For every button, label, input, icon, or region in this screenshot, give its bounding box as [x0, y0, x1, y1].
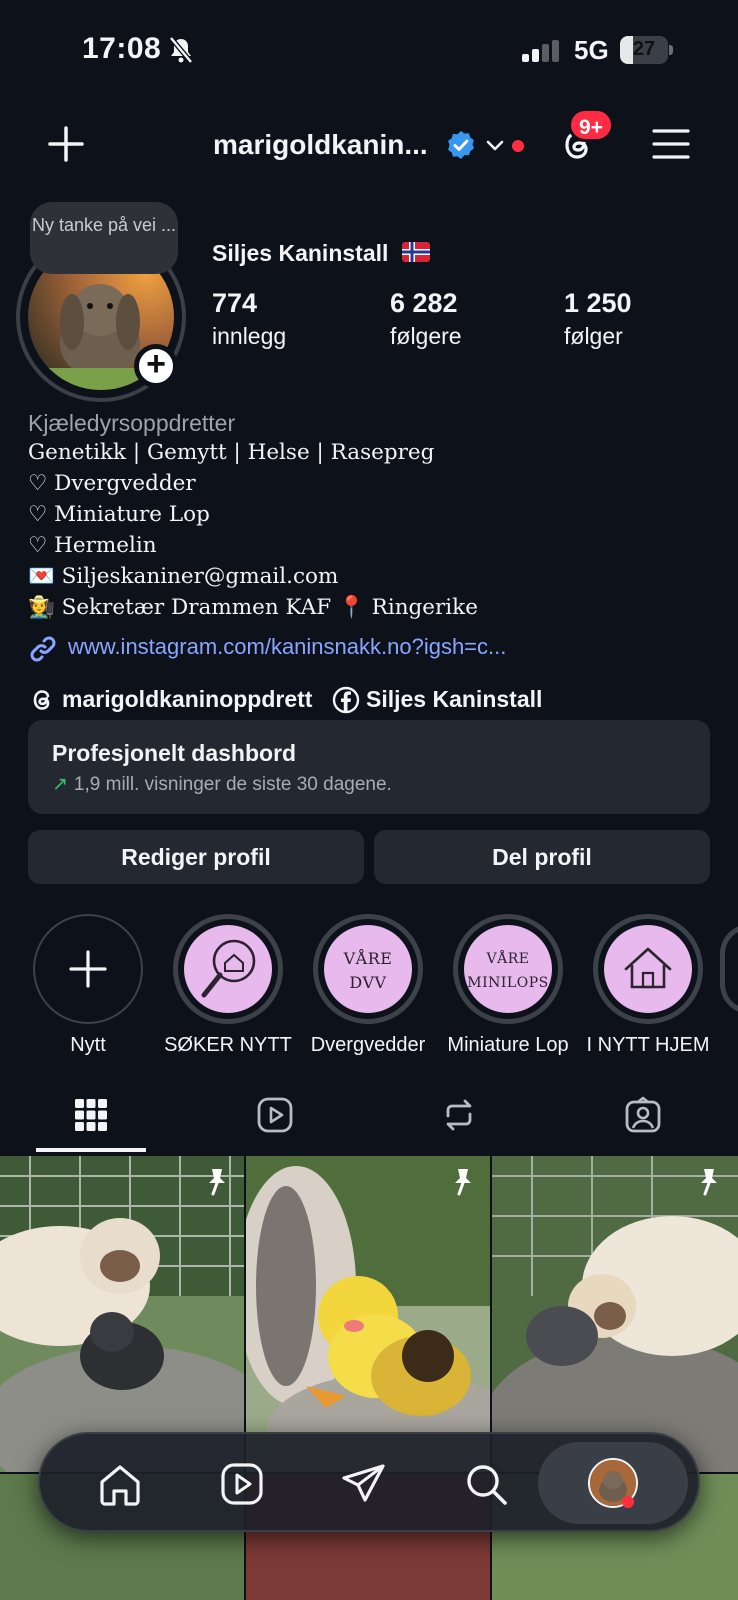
notification-badge: 9+: [568, 108, 614, 142]
profile-top-bar: marigoldkanin... 9+: [0, 108, 738, 176]
stat-followers-value: 6 282: [390, 288, 458, 318]
norway-flag-icon: [402, 242, 430, 262]
link-icon: [30, 636, 56, 662]
stat-posts-value: 774: [212, 288, 258, 318]
tab-tagged[interactable]: [588, 1088, 698, 1154]
tab-reels[interactable]: [220, 1088, 330, 1154]
bio: Kjæledyrsoppdretter Genetikk | Gemytt | …: [28, 410, 718, 626]
highlight-label: SØKER NYTT: [164, 1034, 292, 1056]
profile-category: Kjæledyrsoppdretter: [28, 410, 236, 436]
highlight-cover-text: VÅRE DVV: [343, 949, 393, 992]
battery-level: 27: [632, 38, 656, 60]
tagged-icon: [625, 1096, 661, 1133]
stat-posts[interactable]: 774 innlegg: [212, 288, 286, 350]
facebook-icon: [332, 686, 360, 714]
active-tab-indicator: [36, 1148, 146, 1152]
stat-following-label: følger: [564, 323, 623, 349]
pin-icon: [701, 1169, 717, 1196]
highlight-partial[interactable]: [720, 924, 738, 1014]
stat-following-value: 1 250: [564, 288, 632, 318]
create-plus-icon[interactable]: [44, 122, 88, 166]
highlight-miniature-lop[interactable]: VÅRE MINILOPS Miniature Lop: [444, 914, 572, 1057]
profile-notification-dot: [622, 1496, 634, 1508]
reels-icon: [257, 1097, 293, 1133]
add-story-button[interactable]: +: [134, 344, 178, 388]
bell-off-icon: [169, 36, 193, 64]
facebook-name: Siljes Kaninstall: [366, 686, 543, 712]
search-icon[interactable]: [462, 1460, 510, 1508]
menu-icon[interactable]: [652, 126, 690, 162]
professional-dashboard[interactable]: Profesjonelt dashbord ↗ 1,9 mill. visning…: [28, 720, 710, 814]
highlight-label: I NYTT HJEM: [586, 1034, 710, 1056]
magnifier-house-icon: [201, 939, 256, 998]
network-type: 5G: [574, 35, 609, 65]
dashboard-subtitle: 1,9 mill. visninger de siste 30 dagene.: [73, 774, 392, 795]
post-tile[interactable]: [492, 1156, 738, 1472]
tab-reposts[interactable]: [404, 1088, 514, 1154]
profile-tabs: [0, 1088, 738, 1154]
highlight-new[interactable]: Nytt: [24, 914, 152, 1057]
bio-line: ♡ Hermelin: [28, 533, 157, 558]
pin-icon: [209, 1169, 225, 1196]
bottom-nav: [38, 1432, 700, 1532]
bio-line: Genetikk | Gemytt | Helse | Rasepreg: [28, 440, 435, 465]
post-tile[interactable]: [0, 1156, 244, 1472]
post-tile[interactable]: [246, 1156, 490, 1472]
reposts-icon: [446, 1099, 472, 1131]
trend-up-icon: ↗: [52, 774, 68, 795]
messages-icon[interactable]: [340, 1460, 388, 1508]
stat-followers-label: følgere: [390, 323, 462, 349]
plus-icon: [69, 950, 107, 988]
note-bubble[interactable]: Ny tanke på vei ...: [30, 202, 178, 274]
reels-icon[interactable]: [218, 1460, 266, 1508]
dashboard-subtitle-row: ↗ 1,9 mill. visninger de siste 30 dagene.: [52, 773, 686, 796]
tab-grid[interactable]: [36, 1088, 146, 1154]
edit-profile-button[interactable]: Rediger profil: [28, 830, 364, 884]
highlight-i-nytt-hjem[interactable]: I NYTT HJEM: [584, 914, 712, 1057]
highlight-label: Miniature Lop: [447, 1034, 569, 1056]
profile-screen: 17:08 5G 27 marigoldkanin... 9+ + Ny tan…: [0, 0, 738, 1600]
share-profile-button[interactable]: Del profil: [374, 830, 710, 884]
dashboard-title: Profesjonelt dashbord: [52, 740, 297, 766]
account-switcher-username[interactable]: marigoldkanin...: [213, 129, 428, 161]
chevron-down-icon[interactable]: [484, 134, 506, 156]
highlight-label: Dvergvedder: [310, 1034, 426, 1056]
account-notification-dot: [512, 140, 524, 152]
stat-followers[interactable]: 6 282 følgere: [390, 288, 462, 350]
stat-posts-label: innlegg: [212, 323, 287, 349]
bio-line: 🧑‍🌾 Sekretær Drammen KAF 📍 Ringerike: [28, 595, 478, 620]
bio-link-text[interactable]: www.instagram.com/kaninsnakk.no?igsh=c..…: [68, 634, 506, 660]
status-time: 17:08: [82, 32, 162, 65]
highlight-dvergvedder[interactable]: VÅRE DVV Dvergvedder: [304, 914, 432, 1057]
highlight-soker-nytt[interactable]: SØKER NYTT: [164, 914, 292, 1057]
bio-line: ♡ Dvergvedder: [28, 471, 196, 496]
highlight-label: Nytt: [70, 1034, 106, 1056]
pin-icon: [455, 1169, 471, 1196]
battery-icon: 27: [620, 36, 673, 64]
house-icon: [624, 947, 672, 989]
grid-icon: [75, 1099, 107, 1131]
highlight-cover-text: VÅRE MINILOPS: [467, 951, 549, 991]
signal-icon: [522, 40, 559, 62]
home-icon[interactable]: [96, 1460, 144, 1508]
threads-icon: [33, 690, 50, 710]
verified-badge-icon: [448, 131, 474, 159]
display-name: Siljes Kaninstall: [212, 240, 389, 266]
bio-line: ♡ Miniature Lop: [28, 502, 210, 527]
stat-following[interactable]: 1 250 følger: [564, 288, 632, 350]
bio-line: 💌 Siljeskaniner@gmail.com: [28, 564, 339, 589]
status-bar: 17:08 5G 27: [0, 30, 738, 74]
posts-grid: [0, 1156, 738, 1600]
threads-handle: marigoldkaninoppdrett: [62, 686, 313, 712]
